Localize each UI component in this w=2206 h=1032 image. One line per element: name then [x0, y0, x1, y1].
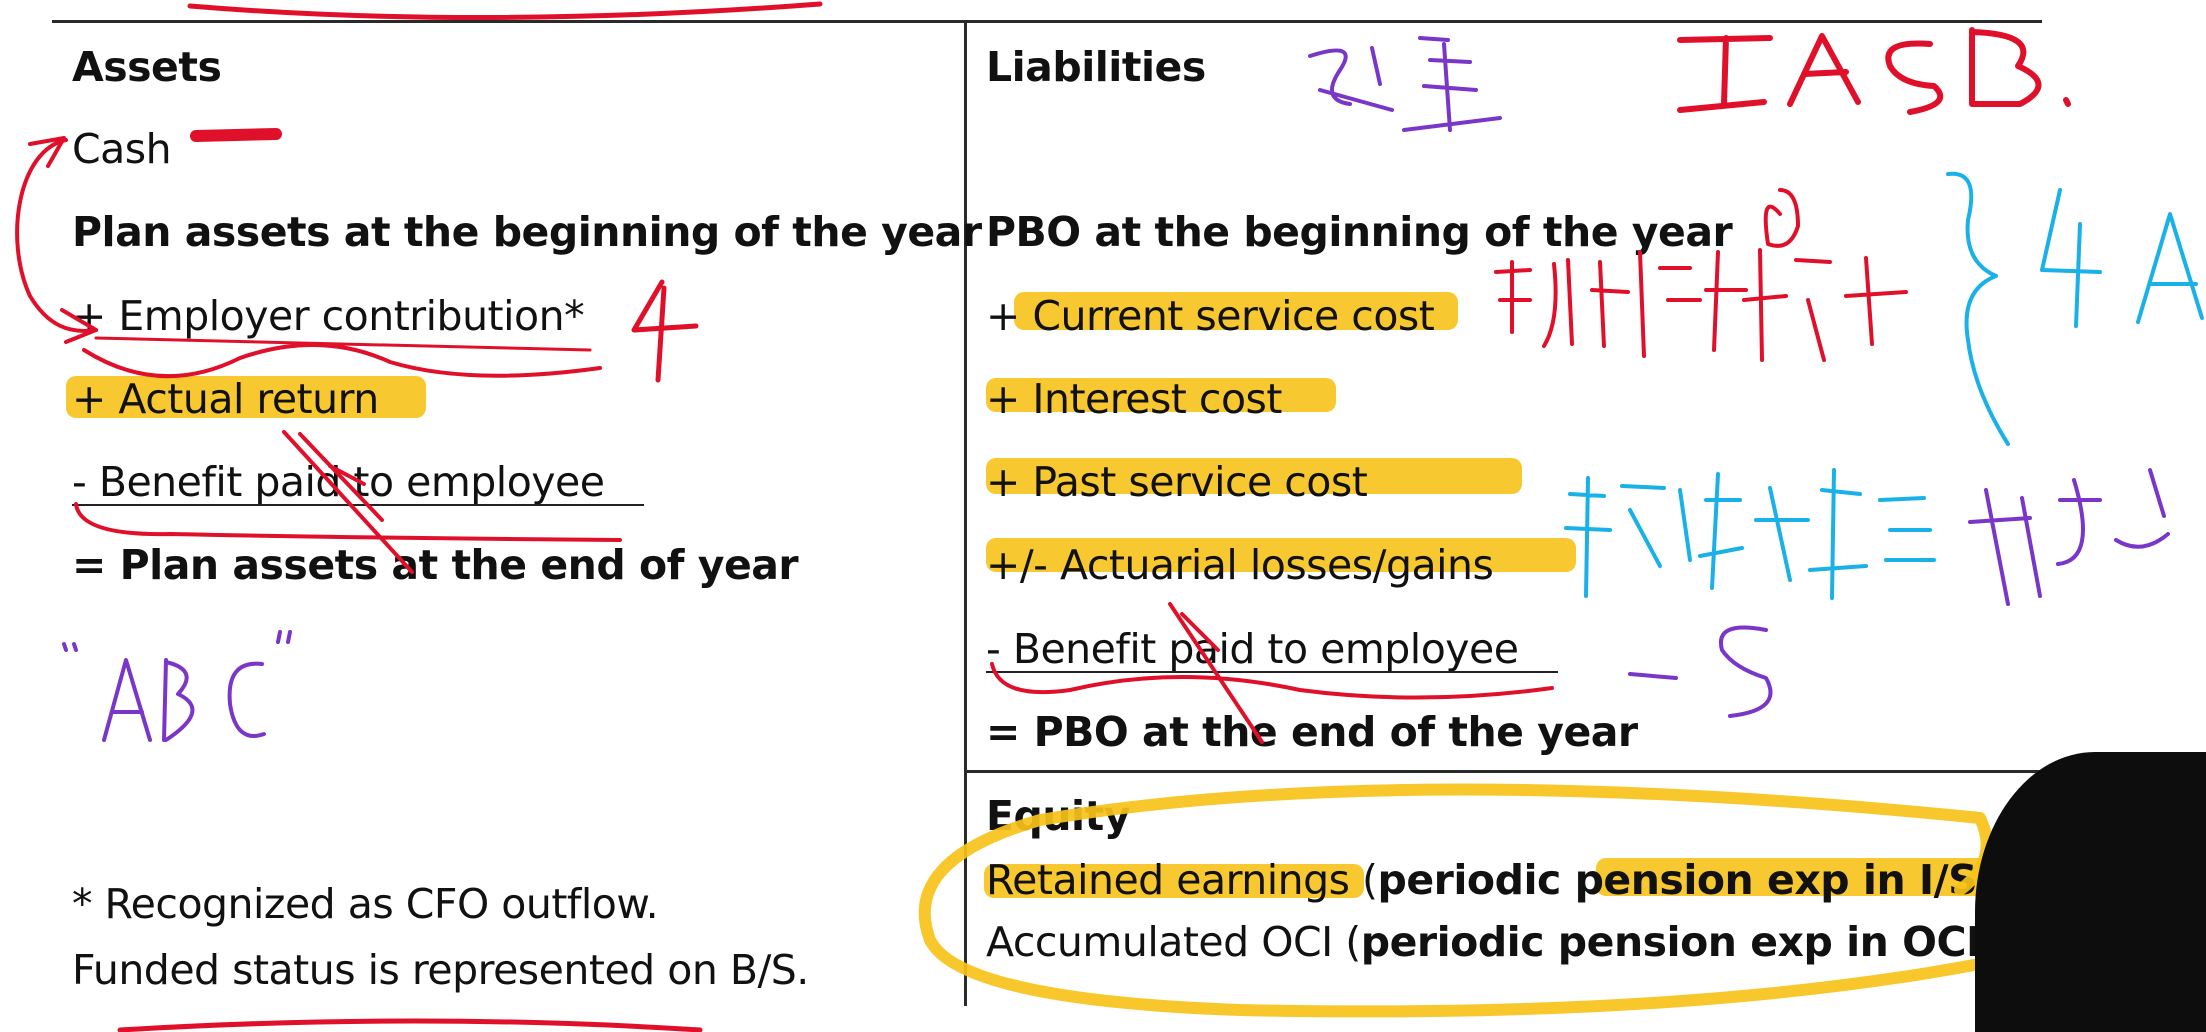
liabilities-heading: Liabilities: [986, 43, 1206, 91]
top-rule: [52, 20, 2042, 23]
plan-assets-begin: Plan assets at the beginning of the year: [72, 208, 982, 256]
liabilities-benefit-paid: - Benefit paid to employee: [986, 625, 1519, 673]
ink-cyan-brace: [1946, 171, 2010, 446]
periodic-pension-exp-oci: periodic pension exp in OCI: [1360, 918, 1982, 966]
cash-label: Cash: [72, 125, 172, 173]
retained-earnings-label: Retained earnings (: [986, 856, 1378, 904]
ink-loop-arrowhead-top: [28, 136, 66, 168]
ink-purple-chinese-top: [1308, 36, 1502, 132]
ink-red-chinese-current-service: [1494, 248, 1908, 362]
accumulated-oci-label: Accumulated OCI (: [986, 918, 1361, 966]
ink-cyan-four-a: [2040, 188, 2204, 328]
past-service-cost: + Past service cost: [986, 458, 1368, 506]
assets-benefit-paid: - Benefit paid to employee: [72, 458, 605, 506]
note-cfo: * Recognized as CFO outflow.: [72, 880, 659, 928]
pbo-end: = PBO at the end of the year: [986, 708, 1638, 756]
plan-assets-end: = Plan assets at the end of year: [72, 541, 799, 589]
ink-top-red-arc: [187, 1, 823, 21]
equity-heading: Equity: [986, 792, 1130, 840]
equity-rule: [964, 770, 2044, 773]
ink-cash-dash: [190, 128, 282, 142]
periodic-pension-exp-is: periodic pension exp in I/S: [1377, 856, 1978, 904]
ink-cyan-chinese-actuarial: [1564, 468, 1936, 600]
ink-iasb: [1677, 27, 2071, 115]
employer-contribution: + Employer contribution*: [72, 292, 585, 340]
ink-assets-benefit-scribble: [74, 502, 622, 542]
ink-purple-chinese-wo-de: [1968, 468, 2170, 606]
slide: Assets Cash Plan assets at the beginning…: [0, 0, 2206, 1032]
liabilities-subtotal-underline: [986, 671, 1558, 673]
accumulated-oci-line: Accumulated OCI (periodic pension exp in…: [986, 917, 1997, 967]
ink-purple-abc: [62, 630, 292, 742]
ink-bottom-red-arc: [117, 1018, 703, 1032]
actuarial-losses-gains: +/- Actuarial losses/gains: [986, 541, 1494, 589]
assets-heading: Assets: [72, 43, 222, 91]
presenter-silhouette: [1975, 752, 2206, 1032]
retained-earnings-line: Retained earnings (periodic pension exp …: [986, 855, 1993, 905]
ink-red-zero: [1763, 188, 1800, 248]
ink-purple-minus-s: [1628, 625, 1773, 718]
assets-subtotal-underline: [72, 504, 644, 506]
interest-cost: + Interest cost: [986, 375, 1282, 423]
center-divider: [964, 22, 967, 1006]
note-funded-status: Funded status is represented on B/S.: [72, 946, 809, 994]
ink-red-four: [631, 279, 699, 383]
current-service-cost: + Current service cost: [986, 292, 1435, 340]
actual-return: + Actual return: [72, 375, 379, 423]
ink-contribution-wave: [82, 342, 602, 379]
pbo-begin: PBO at the beginning of the year: [986, 208, 1733, 256]
